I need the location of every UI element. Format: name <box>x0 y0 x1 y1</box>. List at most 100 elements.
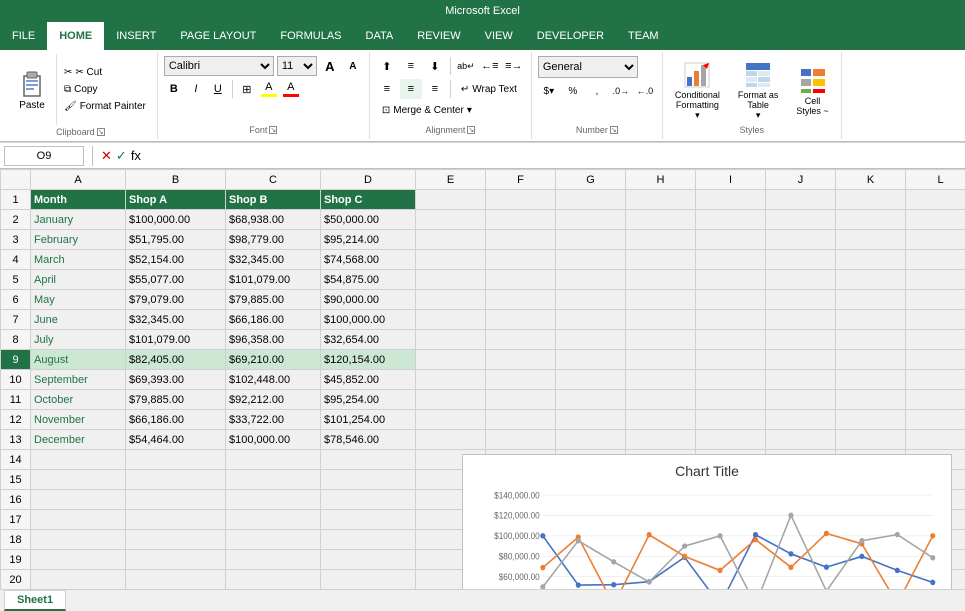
row-header-8[interactable]: 8 <box>1 330 31 350</box>
cell-C16[interactable] <box>226 490 321 510</box>
align-top-button[interactable]: ⬆ <box>376 56 398 76</box>
align-right-button[interactable]: ≡ <box>424 79 446 99</box>
underline-button[interactable]: U <box>208 79 228 99</box>
increase-decimal-button[interactable]: .0→ <box>610 81 632 101</box>
ribbon-tab-view[interactable]: VIEW <box>473 22 525 50</box>
cell-B9[interactable]: $82,405.00 <box>126 350 226 370</box>
cell-I5[interactable] <box>696 270 766 290</box>
row-header-9[interactable]: 9 <box>1 350 31 370</box>
col-header-b[interactable]: B <box>126 170 226 190</box>
cut-button[interactable]: ✂ ✂ Cut <box>61 65 149 80</box>
cell-H1[interactable] <box>626 190 696 210</box>
cell-I4[interactable] <box>696 250 766 270</box>
cell-C20[interactable] <box>226 570 321 590</box>
col-header-c[interactable]: C <box>226 170 321 190</box>
cell-D4[interactable]: $74,568.00 <box>321 250 416 270</box>
cell-D3[interactable]: $95,214.00 <box>321 230 416 250</box>
cell-D15[interactable] <box>321 470 416 490</box>
cell-B2[interactable]: $100,000.00 <box>126 210 226 230</box>
cell-G6[interactable] <box>556 290 626 310</box>
cell-B7[interactable]: $32,345.00 <box>126 310 226 330</box>
cell-C17[interactable] <box>226 510 321 530</box>
font-expand-icon[interactable]: ↘ <box>269 126 277 134</box>
cell-B11[interactable]: $79,885.00 <box>126 390 226 410</box>
cell-K12[interactable] <box>836 410 906 430</box>
cell-L12[interactable] <box>906 410 965 430</box>
row-header-19[interactable]: 19 <box>1 550 31 570</box>
cell-E8[interactable] <box>416 330 486 350</box>
cell-L7[interactable] <box>906 310 965 330</box>
cell-F8[interactable] <box>486 330 556 350</box>
row-header-17[interactable]: 17 <box>1 510 31 530</box>
copy-button[interactable]: ⧉ Copy <box>61 82 149 97</box>
paste-button[interactable]: Paste <box>8 54 57 125</box>
col-header-g[interactable]: G <box>556 170 626 190</box>
decrease-font-button[interactable]: A <box>343 56 363 76</box>
cell-A8[interactable]: July <box>31 330 126 350</box>
cell-C5[interactable]: $101,079.00 <box>226 270 321 290</box>
cell-E4[interactable] <box>416 250 486 270</box>
increase-font-button[interactable]: A <box>320 56 340 76</box>
cell-J13[interactable] <box>766 430 836 450</box>
cell-E10[interactable] <box>416 370 486 390</box>
align-left-button[interactable]: ≡ <box>376 79 398 99</box>
cell-J3[interactable] <box>766 230 836 250</box>
cell-J2[interactable] <box>766 210 836 230</box>
col-header-h[interactable]: H <box>626 170 696 190</box>
cell-K13[interactable] <box>836 430 906 450</box>
cell-H9[interactable] <box>626 350 696 370</box>
row-header-18[interactable]: 18 <box>1 530 31 550</box>
cell-reference-input[interactable] <box>4 146 84 166</box>
cell-L9[interactable] <box>906 350 965 370</box>
cell-B19[interactable] <box>126 550 226 570</box>
formula-cancel-icon[interactable]: ✕ <box>101 148 112 164</box>
cell-B13[interactable]: $54,464.00 <box>126 430 226 450</box>
ribbon-tab-insert[interactable]: INSERT <box>104 22 168 50</box>
cell-A10[interactable]: September <box>31 370 126 390</box>
cell-K10[interactable] <box>836 370 906 390</box>
row-header-10[interactable]: 10 <box>1 370 31 390</box>
cell-B10[interactable]: $69,393.00 <box>126 370 226 390</box>
cell-G10[interactable] <box>556 370 626 390</box>
cell-H8[interactable] <box>626 330 696 350</box>
row-header-7[interactable]: 7 <box>1 310 31 330</box>
cell-D18[interactable] <box>321 530 416 550</box>
format-painter-button[interactable]: 🖌 Format Painter <box>61 99 149 114</box>
cell-C9[interactable]: $69,210.00 <box>226 350 321 370</box>
cell-F4[interactable] <box>486 250 556 270</box>
cell-C1[interactable]: Shop B <box>226 190 321 210</box>
align-bottom-button[interactable]: ⬇ <box>424 56 446 76</box>
row-header-6[interactable]: 6 <box>1 290 31 310</box>
row-header-12[interactable]: 12 <box>1 410 31 430</box>
ribbon-tab-home[interactable]: HOME <box>47 22 104 50</box>
cell-A6[interactable]: May <box>31 290 126 310</box>
insert-function-icon[interactable]: fx <box>131 148 141 163</box>
cell-E9[interactable] <box>416 350 486 370</box>
cell-L6[interactable] <box>906 290 965 310</box>
cell-C14[interactable] <box>226 450 321 470</box>
decrease-decimal-button[interactable]: ←.0 <box>634 81 656 101</box>
cell-L3[interactable] <box>906 230 965 250</box>
cell-D16[interactable] <box>321 490 416 510</box>
cell-L13[interactable] <box>906 430 965 450</box>
cell-L5[interactable] <box>906 270 965 290</box>
cell-D2[interactable]: $50,000.00 <box>321 210 416 230</box>
cell-K1[interactable] <box>836 190 906 210</box>
cell-D17[interactable] <box>321 510 416 530</box>
cell-I6[interactable] <box>696 290 766 310</box>
cell-L4[interactable] <box>906 250 965 270</box>
cell-A9[interactable]: August <box>31 350 126 370</box>
cell-F1[interactable] <box>486 190 556 210</box>
cell-B17[interactable] <box>126 510 226 530</box>
cell-C12[interactable]: $33,722.00 <box>226 410 321 430</box>
cell-G3[interactable] <box>556 230 626 250</box>
cell-K6[interactable] <box>836 290 906 310</box>
font-family-select[interactable]: Calibri <box>164 56 274 76</box>
cell-L10[interactable] <box>906 370 965 390</box>
cell-A19[interactable] <box>31 550 126 570</box>
cell-A2[interactable]: January <box>31 210 126 230</box>
cell-J1[interactable] <box>766 190 836 210</box>
row-header-13[interactable]: 13 <box>1 430 31 450</box>
cell-G8[interactable] <box>556 330 626 350</box>
cell-H7[interactable] <box>626 310 696 330</box>
